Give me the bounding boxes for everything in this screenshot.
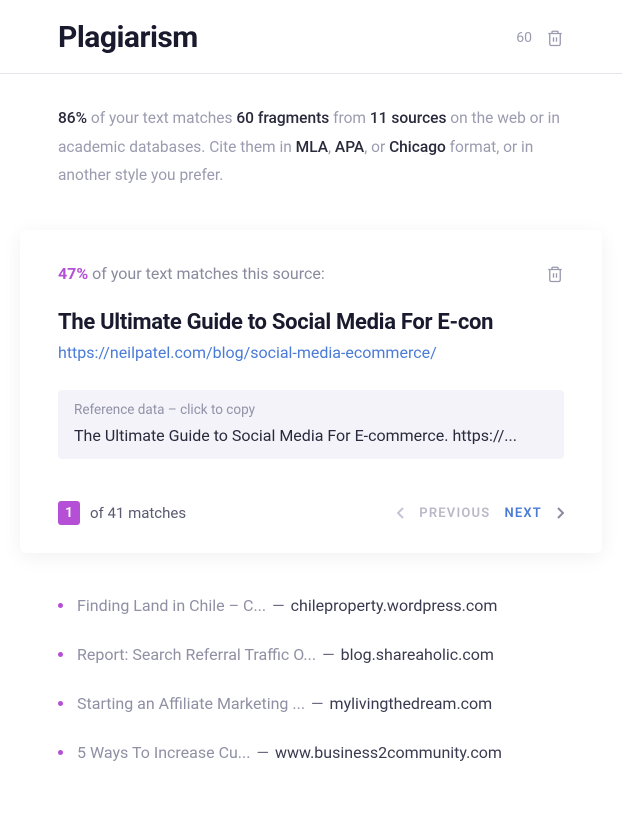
- bullet-icon: [58, 750, 63, 755]
- list-item-domain: www.business2community.com: [275, 743, 502, 762]
- list-item-title: Report: Search Referral Traffic O...: [77, 645, 316, 664]
- bullet-icon: [58, 652, 63, 657]
- summary-sources: 11 sources: [370, 109, 447, 127]
- list-item-domain: chileproperty.wordpress.com: [291, 596, 498, 615]
- bullet-icon: [58, 701, 63, 706]
- style-mla[interactable]: MLA: [296, 138, 328, 156]
- list-item-sep: —: [311, 694, 324, 713]
- next-button[interactable]: NEXT: [504, 506, 542, 521]
- chevron-right-icon[interactable]: [556, 507, 564, 519]
- list-item[interactable]: 5 Ways To Increase Cu... — www.business2…: [58, 728, 564, 777]
- source-card: 47% of your text matches this source: Th…: [20, 230, 602, 553]
- trash-icon[interactable]: [546, 264, 564, 284]
- style-apa[interactable]: APA: [335, 138, 364, 156]
- summary-pct: 86%: [58, 109, 87, 127]
- list-item-title: 5 Ways To Increase Cu...: [77, 743, 250, 762]
- previous-button[interactable]: PREVIOUS: [419, 506, 490, 521]
- match-pct: 47%: [58, 264, 88, 283]
- summary-fragments: 60 fragments: [236, 109, 329, 127]
- other-sources-list: Finding Land in Chile – C... — chileprop…: [0, 553, 622, 777]
- fragment-count: 60: [516, 30, 532, 46]
- list-item-title: Starting an Affiliate Marketing ...: [77, 694, 305, 713]
- source-title: The Ultimate Guide to Social Media For E…: [58, 310, 564, 335]
- list-item-domain: blog.shareaholic.com: [341, 645, 494, 664]
- trash-icon[interactable]: [546, 28, 564, 48]
- list-item-sep: —: [272, 596, 285, 615]
- chevron-left-icon[interactable]: [397, 507, 405, 519]
- reference-text: The Ultimate Guide to Social Media For E…: [74, 426, 548, 445]
- source-url[interactable]: https://neilpatel.com/blog/social-media-…: [58, 343, 564, 362]
- list-item[interactable]: Starting an Affiliate Marketing ... — my…: [58, 679, 564, 728]
- list-item-sep: —: [256, 743, 269, 762]
- style-chicago[interactable]: Chicago: [389, 138, 446, 156]
- list-item-sep: —: [322, 645, 335, 664]
- page-title: Plagiarism: [58, 20, 198, 55]
- list-item[interactable]: Finding Land in Chile – C... — chileprop…: [58, 581, 564, 630]
- match-line: 47% of your text matches this source:: [58, 264, 325, 283]
- list-item-title: Finding Land in Chile – C...: [77, 596, 266, 615]
- pager-total: of 41 matches: [90, 504, 186, 522]
- list-item[interactable]: Report: Search Referral Traffic O... — b…: [58, 630, 564, 679]
- pager-current-badge: 1: [58, 501, 80, 525]
- summary-text: 86% of your text matches 60 fragments fr…: [0, 74, 622, 230]
- reference-copy-box[interactable]: Reference data – click to copy The Ultim…: [58, 390, 564, 459]
- list-item-domain: mylivingthedream.com: [330, 694, 493, 713]
- reference-label: Reference data – click to copy: [74, 402, 548, 418]
- bullet-icon: [58, 603, 63, 608]
